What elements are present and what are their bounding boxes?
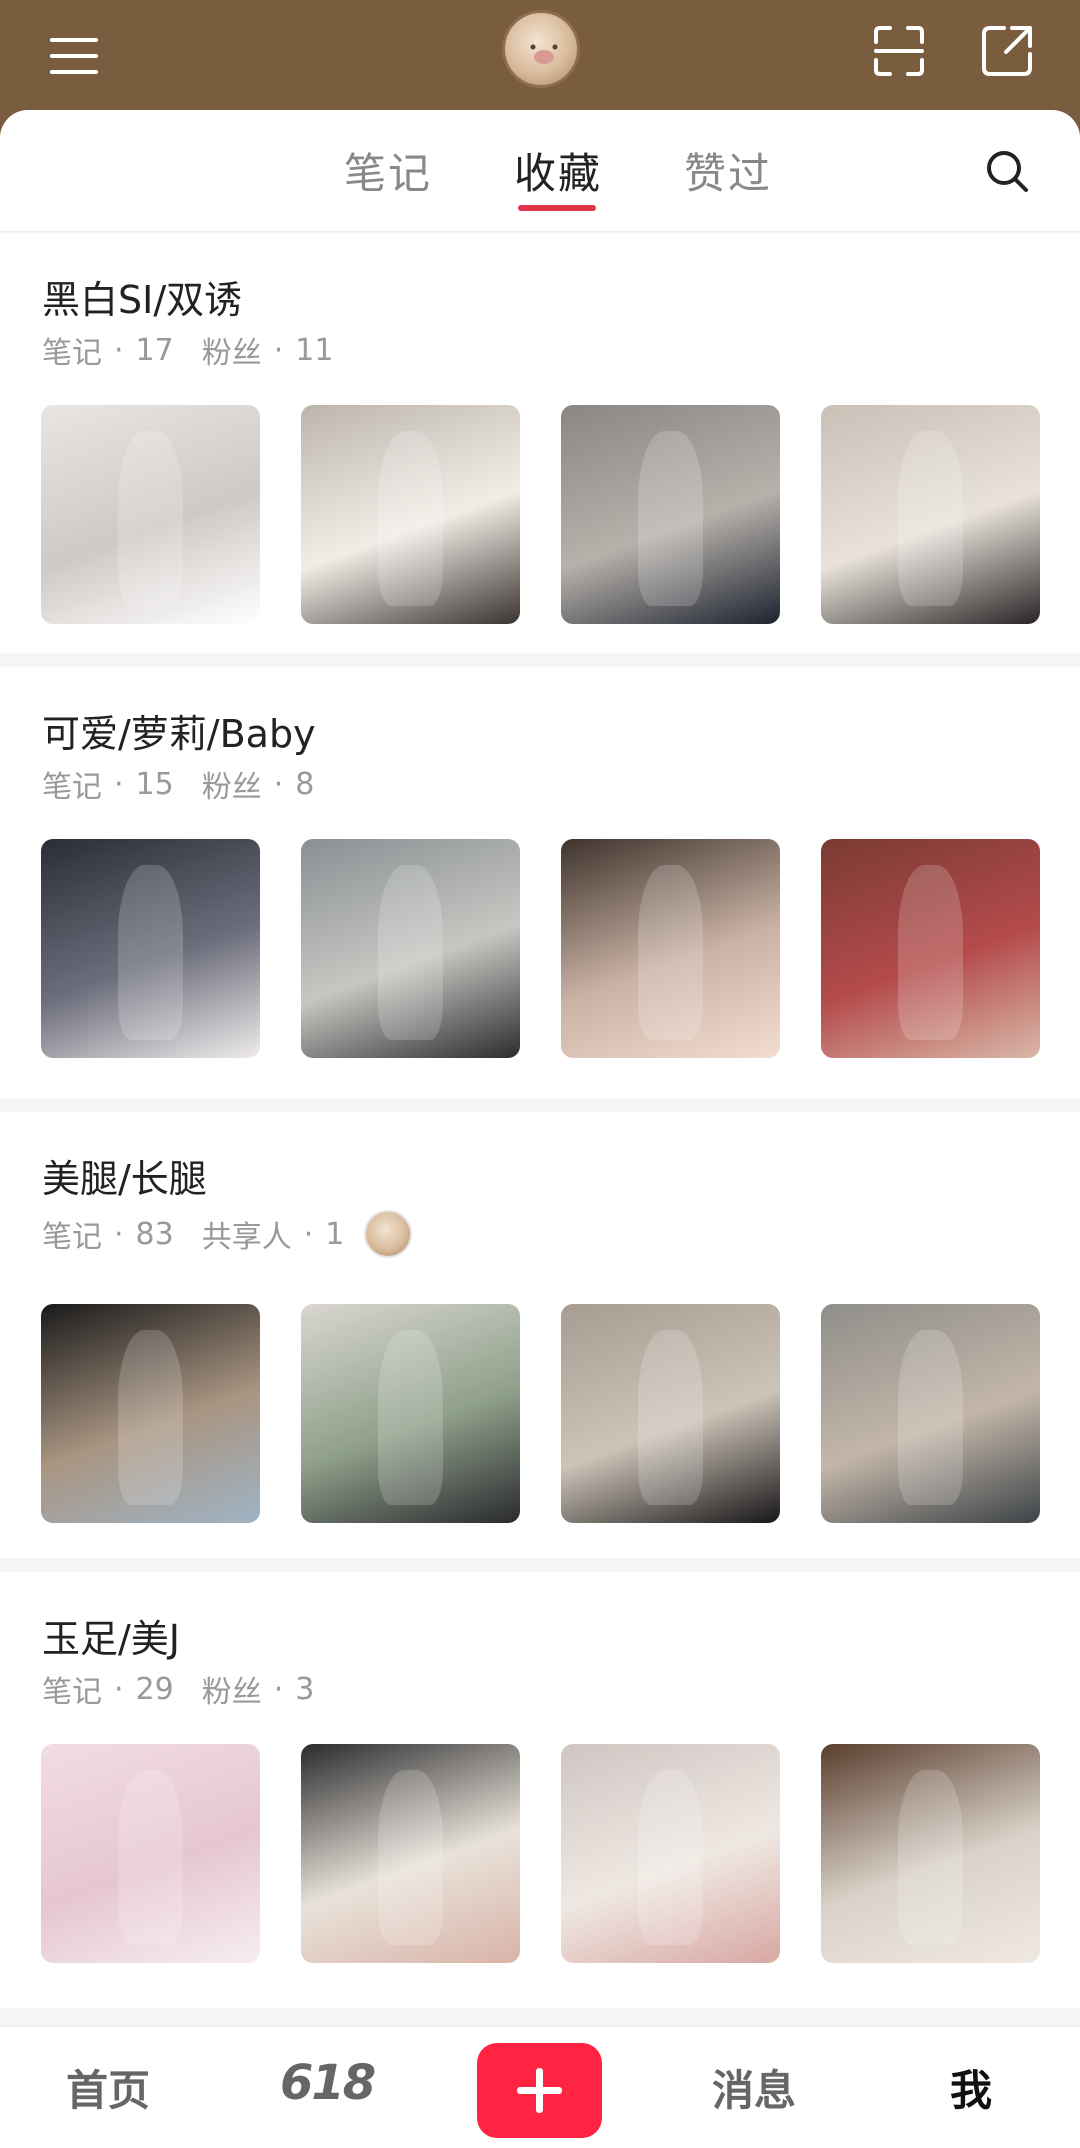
- board-meta: 笔记 · 15 粉丝 · 8: [42, 762, 314, 806]
- board-thumbnail[interactable]: [821, 839, 1040, 1058]
- board-meta: 笔记 · 29 粉丝 · 3: [42, 1667, 314, 1711]
- notes-count: 29: [135, 1671, 174, 1707]
- collection-board[interactable]: 美腿/长腿 笔记 · 83 共享人 · 1: [0, 1112, 1080, 1558]
- tab-collections[interactable]: 收藏: [514, 140, 602, 201]
- notes-label: 笔记: [42, 1220, 102, 1255]
- notes-label: 笔记: [42, 336, 102, 371]
- notes-label: 笔记: [42, 1675, 102, 1710]
- board-thumbnail[interactable]: [41, 405, 260, 624]
- board-title: 美腿/长腿: [42, 1157, 207, 1201]
- followers-label: 粉丝: [201, 770, 262, 805]
- board-thumbnail[interactable]: [41, 839, 260, 1058]
- tab-liked[interactable]: 赞过: [684, 140, 772, 201]
- followers-label: 粉丝: [201, 336, 262, 371]
- sharer-avatar[interactable]: [364, 1210, 413, 1258]
- board-title: 玉足/美J: [42, 1617, 181, 1661]
- notes-count: 83: [135, 1216, 174, 1252]
- thumbnail-row: [41, 839, 1040, 1058]
- publish-button[interactable]: [477, 2043, 602, 2138]
- board-thumbnail[interactable]: [821, 405, 1040, 624]
- notes-label: 笔记: [42, 770, 102, 805]
- nav-messages[interactable]: 消息: [712, 2057, 796, 2118]
- collection-board[interactable]: 可爱/萝莉/Baby 笔记 · 15 粉丝 · 8: [0, 667, 1080, 1099]
- board-thumbnail[interactable]: [301, 405, 520, 624]
- followers-label: 粉丝: [201, 1675, 262, 1710]
- notes-count: 15: [135, 766, 174, 802]
- thumbnail-row: [41, 1304, 1040, 1523]
- active-tab-indicator: [518, 205, 596, 211]
- menu-icon[interactable]: [46, 28, 102, 84]
- tab-notes[interactable]: 笔记: [344, 140, 432, 201]
- board-thumbnail[interactable]: [301, 839, 520, 1058]
- tab-bar: 笔记 收藏 赞过: [0, 110, 1080, 232]
- followers-count: 8: [295, 766, 315, 802]
- collection-board[interactable]: 玉足/美J 笔记 · 29 粉丝 · 3: [0, 1572, 1080, 2008]
- followers-count: 3: [295, 1671, 315, 1707]
- content-sheet: 笔记 收藏 赞过 黑白SI/双诱 笔记 · 17 粉丝 · 11 可爱/萝莉/Baby: [0, 110, 1080, 2148]
- board-thumbnail[interactable]: [821, 1744, 1040, 1963]
- scan-icon[interactable]: [870, 22, 928, 80]
- board-meta: 笔记 · 83 共享人 · 1: [42, 1210, 413, 1258]
- board-title: 黑白SI/双诱: [42, 278, 243, 322]
- board-thumbnail[interactable]: [301, 1304, 520, 1523]
- sharers-label: 共享人: [201, 1220, 292, 1255]
- board-thumbnail[interactable]: [301, 1744, 520, 1963]
- collection-board[interactable]: 黑白SI/双诱 笔记 · 17 粉丝 · 11: [0, 233, 1080, 653]
- nav-home[interactable]: 首页: [66, 2057, 150, 2118]
- search-icon[interactable]: [982, 146, 1032, 196]
- board-meta: 笔记 · 17 粉丝 · 11: [42, 328, 333, 372]
- sharers-count: 1: [325, 1216, 345, 1252]
- thumbnail-row: [41, 405, 1040, 624]
- board-thumbnail[interactable]: [561, 1304, 780, 1523]
- bottom-nav: 首页 618 消息 我: [0, 2026, 1080, 2148]
- board-thumbnail[interactable]: [561, 1744, 780, 1963]
- notes-count: 17: [135, 332, 174, 368]
- share-icon[interactable]: [978, 22, 1036, 80]
- thumbnail-row: [41, 1744, 1040, 1963]
- board-thumbnail[interactable]: [41, 1744, 260, 1963]
- board-thumbnail[interactable]: [561, 839, 780, 1058]
- nav-me[interactable]: 我: [950, 2057, 992, 2118]
- board-thumbnail[interactable]: [561, 405, 780, 624]
- board-title: 可爱/萝莉/Baby: [42, 712, 316, 756]
- followers-count: 11: [295, 332, 334, 368]
- board-thumbnail[interactable]: [821, 1304, 1040, 1523]
- avatar[interactable]: [502, 10, 580, 88]
- nav-618-promo[interactable]: 618: [280, 2055, 376, 2111]
- top-bar: [0, 0, 1080, 110]
- board-thumbnail[interactable]: [41, 1304, 260, 1523]
